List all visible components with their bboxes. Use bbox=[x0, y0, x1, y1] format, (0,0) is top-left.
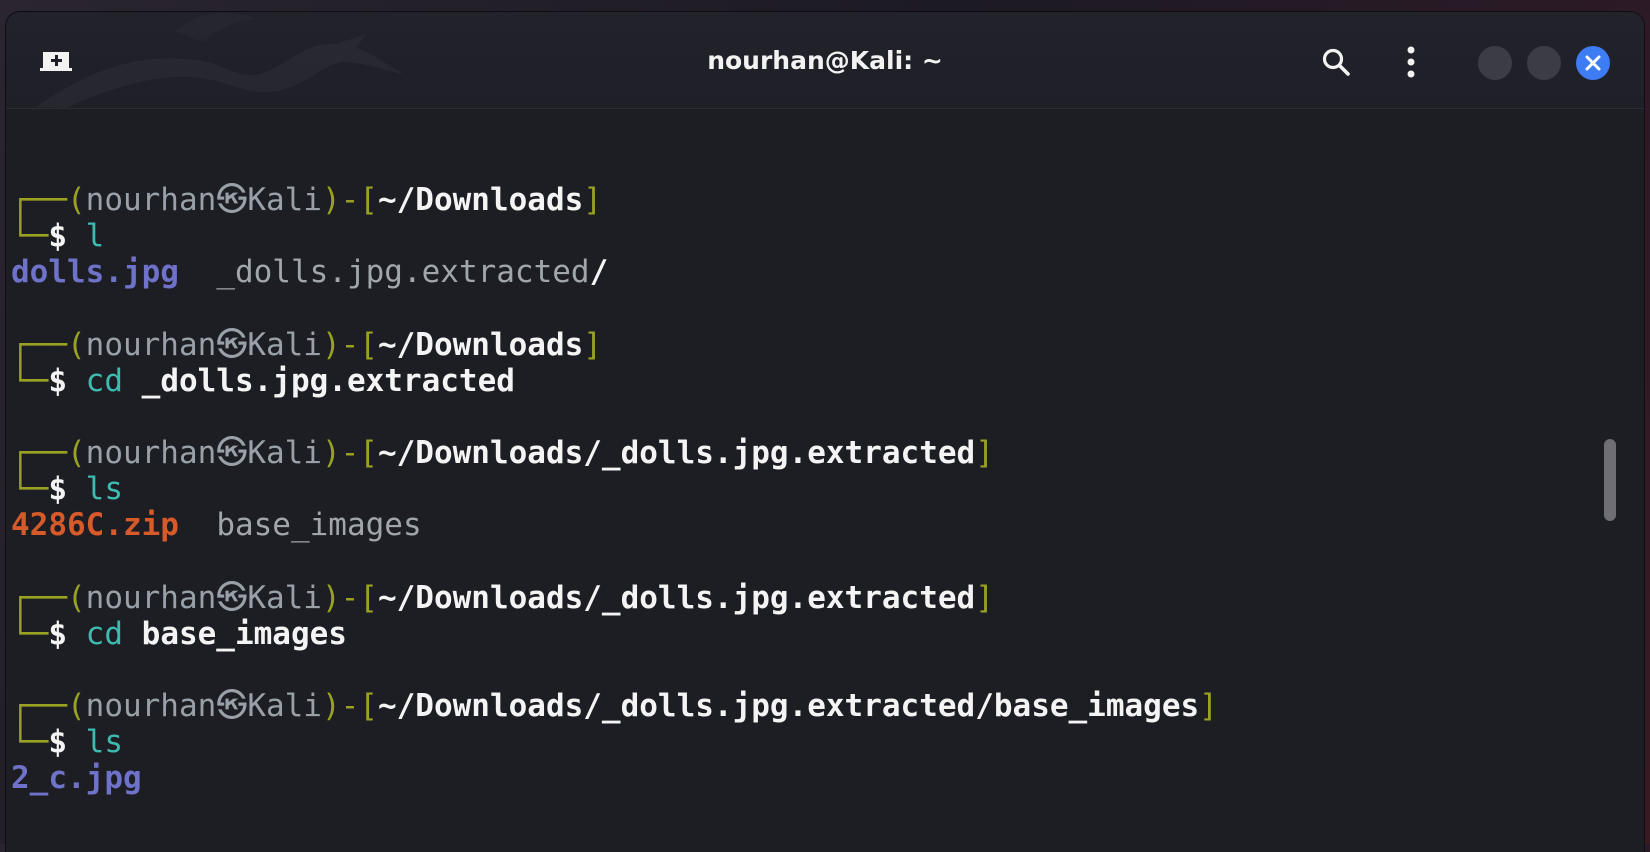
menu-button[interactable] bbox=[1396, 42, 1426, 82]
prompt-command-line: └─$ ls bbox=[11, 724, 123, 760]
maximize-button[interactable] bbox=[1527, 46, 1561, 80]
prompt-command-line: └─$ cd base_images bbox=[11, 616, 347, 652]
prompt-header: ┌──(nourhan㉿Kali)-[~/Downloads] bbox=[11, 327, 602, 363]
kali-dragon-watermark bbox=[36, 12, 404, 108]
prompt-header: ┌──(nourhan㉿Kali)-[~/Downloads/_dolls.jp… bbox=[11, 435, 994, 471]
close-button[interactable] bbox=[1576, 46, 1610, 80]
title-bar[interactable]: nourhan@Kali: ~ bbox=[6, 12, 1644, 109]
prompt-command-line: └─$ cd _dolls.jpg.extracted bbox=[11, 363, 515, 399]
search-icon bbox=[1322, 48, 1350, 76]
scrollbar-thumb[interactable] bbox=[1604, 439, 1616, 521]
command-output: 4286C.zip base_images bbox=[11, 507, 422, 543]
terminal-output[interactable]: ┌──(nourhan㉿Kali)-[~/Downloads] └─$ l do… bbox=[6, 109, 1622, 849]
prompt-command-line: └─$ ls bbox=[11, 471, 123, 507]
search-button[interactable] bbox=[1316, 42, 1356, 82]
kebab-menu-icon bbox=[1407, 46, 1415, 78]
minimize-button[interactable] bbox=[1478, 46, 1512, 80]
terminal-window: nourhan@Kali: ~ ┌──(nourhan㉿Kali)-[~/Dow… bbox=[6, 12, 1644, 852]
prompt-header: ┌──(nourhan㉿Kali)-[~/Downloads/_dolls.jp… bbox=[11, 688, 1218, 724]
close-icon bbox=[1585, 55, 1601, 71]
command-output: dolls.jpg _dolls.jpg.extracted/ bbox=[11, 254, 609, 290]
new-tab-icon bbox=[40, 52, 72, 71]
new-tab-button[interactable] bbox=[38, 46, 74, 76]
prompt-header: ┌──(nourhan㉿Kali)-[~/Downloads/_dolls.jp… bbox=[11, 580, 994, 616]
prompt-command-line: └─$ l bbox=[11, 218, 105, 254]
command-output: 2_c.jpg bbox=[11, 760, 142, 796]
prompt-header: ┌──(nourhan㉿Kali)-[~/Downloads] bbox=[11, 182, 602, 218]
